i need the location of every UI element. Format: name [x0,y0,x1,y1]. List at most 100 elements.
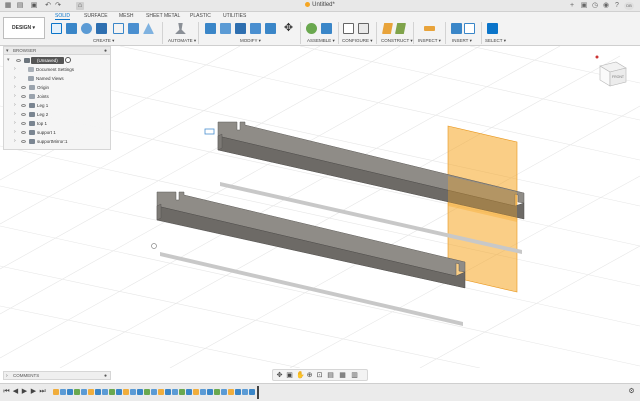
tree-item-origin[interactable]: › Origin [4,83,110,92]
visibility-eye-icon[interactable] [21,113,26,116]
timeline-item[interactable] [172,389,178,395]
construct-menu[interactable]: CONSTRUCT ▾ [381,38,413,44]
browser-header[interactable]: ▾ BROWSER ● [4,47,110,55]
select-menu[interactable]: SELECT ▾ [485,38,506,44]
expand-icon[interactable]: › [14,119,16,128]
timeline-item[interactable] [207,389,213,395]
modify-menu[interactable]: MODIFY ▾ [240,38,261,44]
expand-icon[interactable]: › [14,83,16,92]
comments-panel[interactable]: › COMMENTS ● [3,371,111,380]
pan-icon[interactable]: ✋ [296,372,305,379]
zoom-window-icon[interactable]: ⊡ [316,372,323,379]
expand-icon[interactable]: › [6,372,8,380]
create-menu[interactable]: CREATE ▾ [93,38,114,44]
step-forward-icon[interactable]: ▶ [30,388,37,396]
parameters-icon[interactable] [343,23,354,34]
timeline-item[interactable] [228,389,234,395]
timeline-item[interactable] [137,389,143,395]
timeline-item[interactable] [130,389,136,395]
timeline-item[interactable] [95,389,101,395]
timeline-item[interactable] [158,389,164,395]
orbit-icon[interactable]: ✥ [276,372,283,379]
timeline-item[interactable] [88,389,94,395]
timeline-item[interactable] [102,389,108,395]
timeline-item[interactable] [179,389,185,395]
tab-sheet-metal[interactable]: SHEET METAL [146,13,180,19]
timeline-item[interactable] [67,389,73,395]
zoom-icon[interactable]: ⊕ [306,372,313,379]
viewports-icon[interactable]: ▥ [351,372,358,379]
automate-menu[interactable]: AUTOMATE ▾ [168,38,196,44]
offset-plane-icon[interactable] [382,23,393,34]
timeline-item[interactable] [116,389,122,395]
timeline-item[interactable] [165,389,171,395]
tab-utilities[interactable]: UTILITIES [223,13,246,19]
collapse-icon[interactable]: ▾ [6,47,9,55]
visibility-eye-icon[interactable] [21,122,26,125]
joint-icon[interactable] [321,23,332,34]
notifications-icon[interactable]: ◉ [602,2,610,10]
browser-options-icon[interactable]: ● [104,47,107,55]
activate-radio-icon[interactable] [65,57,71,63]
timeline-item[interactable] [221,389,227,395]
assemble-menu[interactable]: ASSEMBLE ▾ [307,38,335,44]
expand-icon[interactable]: › [14,110,16,119]
timeline-item[interactable] [151,389,157,395]
create-sketch-icon[interactable] [51,23,62,34]
select-icon[interactable] [487,23,498,34]
tree-item-support-1[interactable]: › support 1 [4,128,110,137]
go-to-start-icon[interactable]: ⏮ [3,388,10,396]
tree-item-named-views[interactable]: › Named Views [4,74,110,83]
tree-root[interactable]: ▾ (Unsaved) [4,56,110,65]
timeline-item[interactable] [193,389,199,395]
tree-item-leg-1[interactable]: › Leg 1 [4,101,110,110]
inspect-menu[interactable]: INSPECT ▾ [418,38,441,44]
display-settings-icon[interactable]: ▤ [327,372,334,379]
tree-item-joints[interactable]: › Joints [4,92,110,101]
view-cube[interactable]: FRONT [592,52,632,92]
extrude-icon[interactable] [66,23,77,34]
expand-icon[interactable]: › [14,65,16,74]
tree-item-top-1[interactable]: › top 1 [4,119,110,128]
timeline-item[interactable] [249,389,255,395]
expand-icon[interactable]: › [14,128,16,137]
expand-icon[interactable]: ▾ [7,56,10,65]
home-view-icon[interactable] [595,55,599,59]
clock-icon[interactable]: ◷ [591,2,599,10]
configure-icon[interactable] [358,23,369,34]
tree-item-leg-2[interactable]: › Leg 2 [4,110,110,119]
timeline-item[interactable] [144,389,150,395]
visibility-eye-icon[interactable] [21,95,26,98]
look-at-icon[interactable]: ▣ [286,372,293,379]
extensions-icon[interactable]: ▣ [580,2,588,10]
combine-icon[interactable] [265,23,276,34]
add-tab-icon[interactable]: + [568,2,576,10]
go-to-end-icon[interactable]: ⏭ [39,388,46,396]
timeline-settings-icon[interactable]: ⚙ [628,388,635,396]
origin-glyph-icon[interactable] [151,243,157,249]
tab-mesh[interactable]: MESH [119,13,133,19]
joint-glyph-icon[interactable] [204,128,215,135]
pattern-icon[interactable] [113,23,124,34]
tab-plastic[interactable]: PLASTIC [190,13,211,19]
timeline-item[interactable] [123,389,129,395]
timeline-item[interactable] [242,389,248,395]
revolve-icon[interactable] [81,23,92,34]
play-icon[interactable]: ▶ [21,388,28,396]
mirror-icon[interactable] [143,23,154,34]
insert-image-icon[interactable] [451,23,462,34]
tab-surface[interactable]: SURFACE [84,13,108,19]
measure-icon[interactable] [424,26,435,31]
hole-icon[interactable] [96,23,107,34]
expand-icon[interactable]: › [14,137,16,146]
grid-settings-icon[interactable]: ▦ [339,372,346,379]
insert-canvas-icon[interactable] [464,23,475,34]
timeline-item[interactable] [214,389,220,395]
timeline-item[interactable] [81,389,87,395]
visibility-eye-icon[interactable] [21,140,26,143]
tab-solid[interactable]: SOLID [55,13,71,20]
automate-icon[interactable] [175,23,186,34]
axis-icon[interactable] [395,23,406,34]
timeline-item[interactable] [53,389,59,395]
comments-options-icon[interactable]: ● [104,372,107,380]
